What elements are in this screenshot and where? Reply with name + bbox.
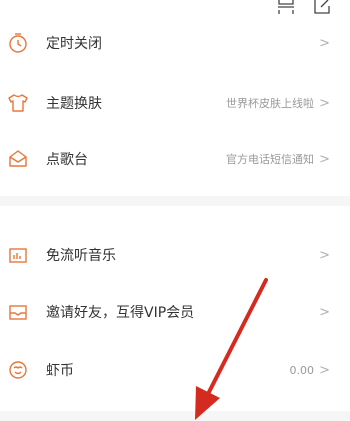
menu-item-free-data-music[interactable]: 免流听音乐 > <box>0 235 350 275</box>
menu-item-timer-off[interactable]: 定时关闭 > <box>0 23 350 63</box>
menu-item-xia-coins[interactable]: 虾币 0.00 > <box>0 350 350 390</box>
timer-icon <box>6 31 30 55</box>
coin-balance: 0.00 <box>289 363 315 377</box>
menu-item-label: 定时关闭 <box>46 36 102 52</box>
menu-item-label: 免流听音乐 <box>46 248 116 264</box>
menu-item-label: 虾币 <box>46 363 74 379</box>
chevron-right-icon: > <box>319 95 330 111</box>
section-divider <box>0 411 350 421</box>
message-box-icon <box>6 147 30 171</box>
chevron-right-icon: > <box>319 304 330 320</box>
menu-item-label: 邀请好友，互得VIP会员 <box>46 305 195 321</box>
chevron-right-icon: > <box>319 247 330 263</box>
tshirt-icon <box>6 91 30 115</box>
menu-item-song-request[interactable]: 点歌台 官方电话短信通知 > <box>0 139 350 179</box>
section-divider <box>0 196 350 206</box>
music-card-icon <box>6 243 30 267</box>
menu-item-hint: 官方电话短信通知 <box>226 153 314 166</box>
settings-menu-page: 定时关闭 > 主题换肤 世界杯皮肤上线啦 > 点歌台 官方电话短信通知 > 免流… <box>0 0 350 421</box>
coin-icon <box>6 358 30 382</box>
menu-item-invite-friends[interactable]: 邀请好友，互得VIP会员 > <box>0 292 350 332</box>
chevron-right-icon: > <box>319 35 330 51</box>
top-bar-icons <box>278 0 330 14</box>
scan-icon[interactable] <box>278 0 294 14</box>
chevron-right-icon: > <box>319 151 330 167</box>
menu-item-theme-skin[interactable]: 主题换肤 世界杯皮肤上线啦 > <box>0 83 350 123</box>
menu-item-label: 点歌台 <box>46 152 88 168</box>
gift-mail-icon <box>6 300 30 324</box>
menu-item-hint: 世界杯皮肤上线啦 <box>226 97 314 110</box>
edit-icon[interactable] <box>314 0 330 14</box>
menu-item-label: 主题换肤 <box>46 96 102 112</box>
chevron-right-icon: > <box>319 362 330 378</box>
